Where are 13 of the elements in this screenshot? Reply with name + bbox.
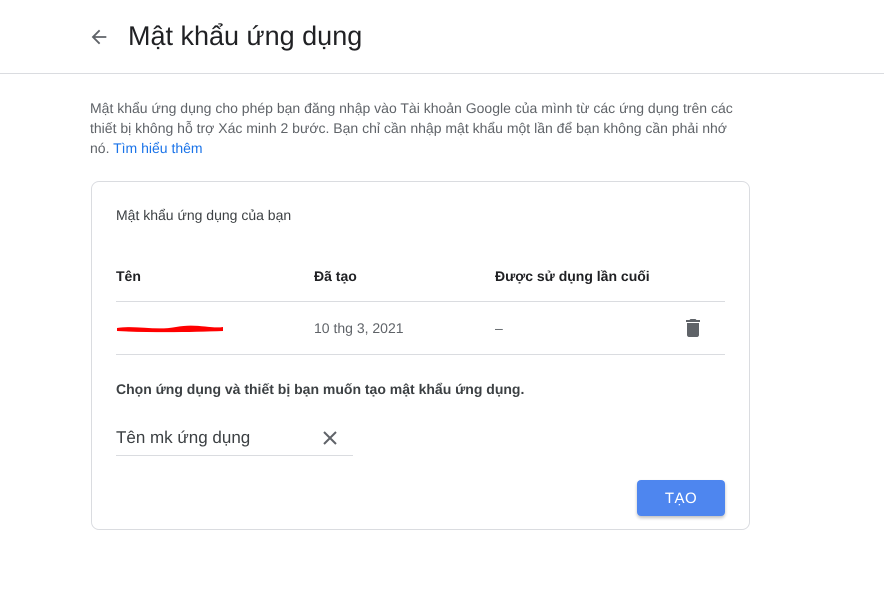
learn-more-link[interactable]: Tìm hiểu thêm — [113, 140, 203, 156]
delete-icon[interactable] — [685, 319, 701, 337]
column-header: Đã tạo — [314, 268, 358, 284]
description-text: Mật khẩu ứng dụng cho phép bạn đăng nhập vào Tài khoản Google của mình từ các ứng dụng trên các thiết bị không hỗ trợ Xác minh 2 bước. Bạn chỉ cần nhập mật khẩu một lần để bạn không cần phải nhớ nó. Tìm hiểu thêm — [90, 99, 734, 158]
clear-icon[interactable] — [322, 430, 338, 446]
card-title: Mật khẩu ứng dụng của bạn — [116, 207, 292, 223]
instruction-text: Chọn ứng dụng và thiết bị bạn muốn tạo mật khẩu ứng dụng. — [116, 381, 526, 397]
last-used-cell-text: – — [495, 320, 504, 336]
column-header: Được sử dụng lần cuối — [495, 268, 651, 284]
create-button[interactable]: TẠO — [637, 480, 725, 516]
page-title: Mật khẩu ứng dụng — [128, 21, 362, 52]
created-date: 10 thg 3, 2021 — [314, 320, 405, 336]
column-header: Tên — [116, 268, 142, 284]
